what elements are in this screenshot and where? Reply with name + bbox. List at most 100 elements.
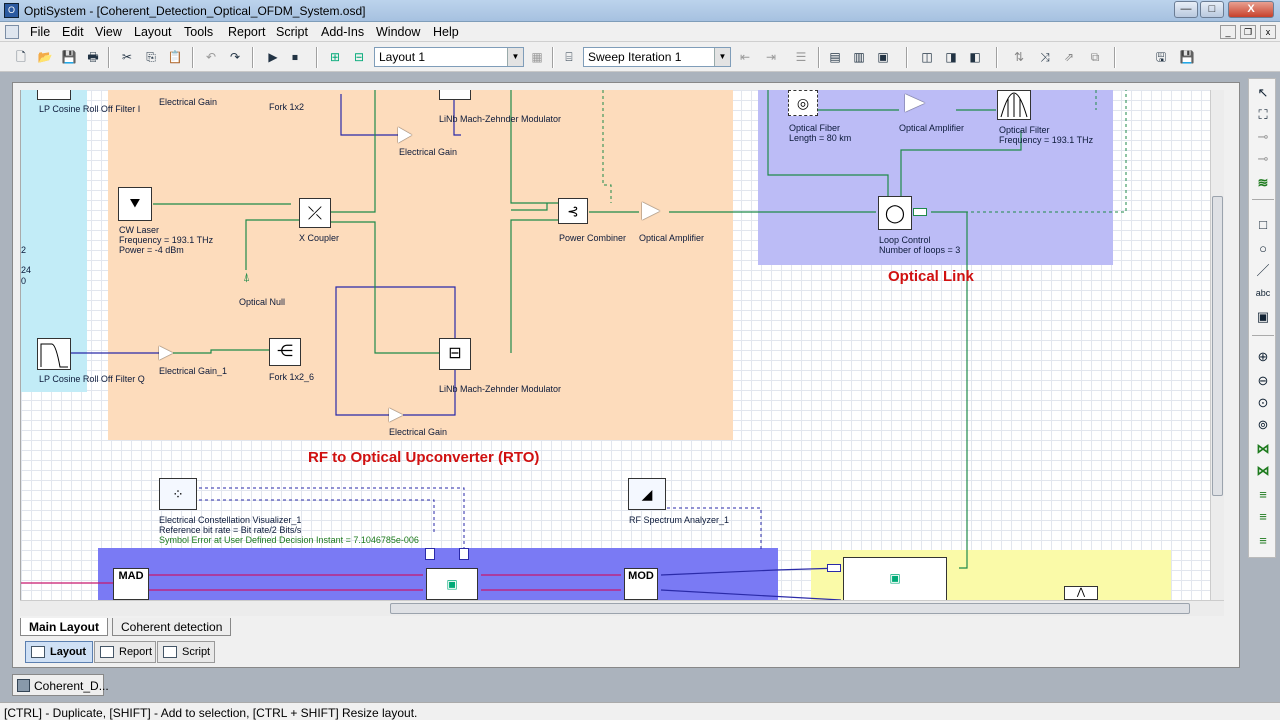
vertical-scroll-thumb[interactable]	[1212, 196, 1223, 496]
loop-control-icon[interactable]: ◯	[878, 196, 912, 230]
coherent-receiver-block[interactable]: ▣	[843, 557, 947, 600]
project-browser-icon[interactable]: ▥	[850, 48, 868, 66]
lp-filter-q-icon[interactable]	[37, 338, 71, 370]
link-icon[interactable]: ⤨	[1036, 48, 1054, 66]
tab-report-view[interactable]: Report	[94, 641, 156, 663]
align-icon[interactable]: ⇅	[1010, 48, 1028, 66]
duplicate-icon[interactable]: ⧉	[1086, 48, 1104, 66]
tab-layout-view[interactable]: Layout	[25, 641, 93, 663]
optical-fiber-icon[interactable]: ◎	[788, 90, 818, 116]
sweep-select[interactable]: Sweep Iteration 1 ▼	[583, 47, 731, 67]
menu-view[interactable]: View	[95, 25, 122, 39]
line-icon[interactable]: ／	[1253, 261, 1273, 281]
mdi-minimize-button[interactable]: _	[1220, 25, 1236, 39]
elec-gain-mid-icon[interactable]	[398, 127, 412, 143]
demodulator-block[interactable]: MOD	[624, 568, 658, 600]
save-as-icon[interactable]: 🖫	[1152, 48, 1170, 66]
fork-1x2-6-icon[interactable]: ⋲	[269, 338, 301, 366]
print-icon[interactable]: 🖶	[84, 48, 102, 66]
sweep-icon[interactable]: ⌸	[560, 48, 578, 66]
menu-window[interactable]: Window	[376, 25, 420, 39]
layout-select[interactable]: Layout 1 ▼	[374, 47, 524, 67]
horizontal-scroll-thumb[interactable]	[390, 603, 1190, 614]
rectangle-icon[interactable]: □	[1253, 215, 1273, 235]
view-single-icon[interactable]: ◫	[918, 48, 936, 66]
minimized-document-button[interactable]: Coherent_D...	[12, 674, 109, 696]
optical-filter-icon[interactable]	[997, 90, 1031, 120]
tab-main-layout[interactable]: Main Layout	[20, 618, 109, 636]
zoom-in-icon[interactable]: ⊕	[1253, 347, 1273, 367]
component-library-icon[interactable]: ▤	[826, 48, 844, 66]
linb-mzm-bottom-icon[interactable]: ⊟	[439, 338, 471, 370]
zoom-100-icon[interactable]: ⊚	[1253, 415, 1273, 435]
layout-properties-icon[interactable]: ⊟	[350, 48, 368, 66]
sweep-prev-icon[interactable]: ⇤	[736, 48, 754, 66]
menu-report[interactable]: Report	[228, 25, 266, 39]
view-split-icon[interactable]: ◨	[942, 48, 960, 66]
menu-addins[interactable]: Add-Ins	[321, 25, 364, 39]
linb-mzm-top-block[interactable]	[439, 90, 471, 100]
paste-icon[interactable]: 📋	[166, 48, 184, 66]
undo-icon[interactable]: ↶	[202, 48, 220, 66]
bus-icon[interactable]: ≋	[1253, 173, 1273, 193]
qam-modulator-block[interactable]: MAD	[113, 568, 149, 600]
connect-icon[interactable]: ⊸	[1253, 127, 1273, 147]
parameter-list-icon[interactable]: ☰	[792, 48, 810, 66]
text-icon[interactable]: abc	[1253, 283, 1273, 303]
chevron-down-icon[interactable]: ▼	[714, 48, 730, 66]
tab-script-view[interactable]: Script	[157, 641, 215, 663]
save-icon[interactable]: 💾	[60, 48, 78, 66]
align-center-icon[interactable]: ≡	[1253, 507, 1273, 527]
constellation-visualizer-icon[interactable]: ⁘	[159, 478, 197, 510]
canvas-horizontal-scrollbar[interactable]	[20, 600, 1224, 616]
visualizer-icon[interactable]: ▣	[874, 48, 892, 66]
save-all-icon[interactable]: 💾	[1178, 48, 1196, 66]
rf-spectrum-analyzer-icon[interactable]: ◢	[628, 478, 666, 510]
optical-amplifier-1-icon[interactable]	[642, 202, 660, 220]
cut-icon[interactable]: ✂	[118, 48, 136, 66]
elec-gain-1-icon[interactable]	[159, 346, 173, 360]
menu-edit[interactable]: Edit	[62, 25, 84, 39]
maximize-button[interactable]: □	[1200, 1, 1224, 18]
mdi-close-button[interactable]: x	[1260, 25, 1276, 39]
expand-icon[interactable]: ⛶	[1253, 105, 1273, 125]
fork-tool-icon[interactable]: ⋈	[1253, 439, 1273, 459]
new-file-icon[interactable]: 🗋	[12, 48, 30, 66]
optical-amplifier-2-icon[interactable]	[905, 94, 925, 112]
cw-laser-icon[interactable]: ⯆	[118, 187, 152, 221]
open-folder-icon[interactable]: 📂	[36, 48, 54, 66]
menu-layout[interactable]: Layout	[134, 25, 172, 39]
optisystem-app-icon[interactable]: O	[4, 3, 19, 18]
sweep-next-icon[interactable]: ⇥	[762, 48, 780, 66]
menu-tools[interactable]: Tools	[184, 25, 213, 39]
view-tile-icon[interactable]: ◧	[966, 48, 984, 66]
document-icon[interactable]	[5, 25, 19, 39]
add-layout-icon[interactable]: ⊞	[326, 48, 344, 66]
zoom-fit-icon[interactable]: ⊙	[1253, 393, 1273, 413]
lp-filter-i-block[interactable]	[37, 90, 71, 100]
x-coupler-icon[interactable]: ⤫	[299, 198, 331, 228]
image-icon[interactable]: ▣	[1253, 307, 1273, 327]
layout-grid-icon[interactable]: ▦	[528, 48, 546, 66]
copy-icon[interactable]: ⎘	[142, 48, 160, 66]
minimize-button[interactable]: —	[1174, 1, 1198, 18]
pointer-icon[interactable]: ↖	[1253, 83, 1273, 103]
elec-gain-bottom-icon[interactable]	[389, 408, 403, 422]
tab-coherent-detection[interactable]: Coherent detection	[112, 618, 232, 636]
zoom-out-icon[interactable]: ⊖	[1253, 371, 1273, 391]
merge-tool-icon[interactable]: ⋈	[1253, 461, 1273, 481]
align-left-icon[interactable]: ≡	[1253, 485, 1273, 505]
redo-icon[interactable]: ↷	[226, 48, 244, 66]
ofdm-modulator-block[interactable]: ▣	[426, 568, 478, 600]
connect-dashed-icon[interactable]: ⊸	[1253, 149, 1273, 169]
menu-help[interactable]: Help	[433, 25, 459, 39]
ellipse-icon[interactable]: ○	[1253, 239, 1273, 259]
power-combiner-icon[interactable]: ⊰	[558, 198, 588, 224]
layout-canvas[interactable]: LP Cosine Roll Off Filter I Electrical G…	[20, 90, 1210, 600]
align-right-icon[interactable]: ≡	[1253, 531, 1273, 551]
export-icon[interactable]: ⇗	[1060, 48, 1078, 66]
canvas-vertical-scrollbar[interactable]	[1210, 90, 1224, 600]
ber-analyzer-icon[interactable]: ⋀	[1064, 586, 1098, 600]
optical-null-icon[interactable]: ⍋	[243, 271, 250, 283]
menu-file[interactable]: File	[30, 25, 50, 39]
